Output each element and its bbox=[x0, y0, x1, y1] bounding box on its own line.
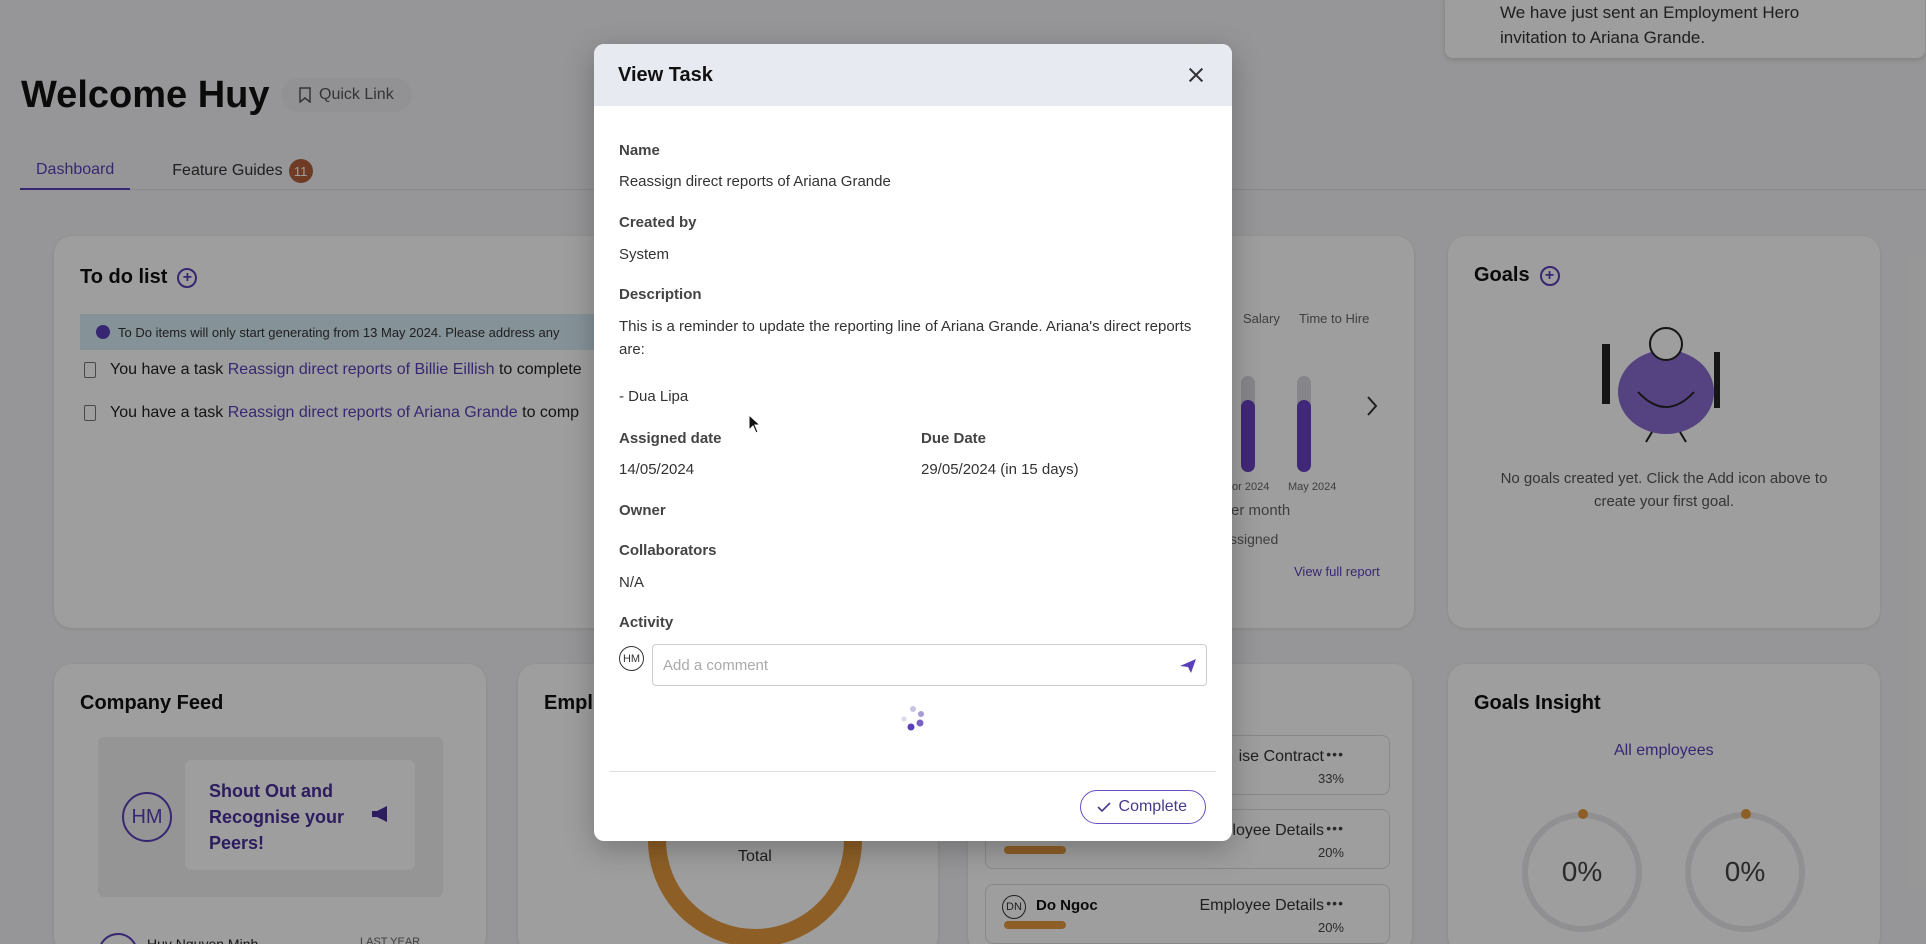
assigned-date-value: 14/05/2024 bbox=[619, 461, 695, 478]
collaborators-value: N/A bbox=[619, 574, 645, 591]
complete-button-label: Complete bbox=[1118, 798, 1187, 815]
modal-title: View Task bbox=[618, 63, 713, 86]
task-name: Reassign direct reports of Ariana Grande bbox=[619, 173, 891, 190]
check-icon bbox=[1096, 802, 1111, 812]
owner-label: Owner bbox=[619, 502, 666, 519]
activity-label: Activity bbox=[619, 614, 674, 631]
comment-input[interactable] bbox=[652, 644, 1207, 686]
mouse-cursor-icon bbox=[748, 414, 762, 434]
close-icon[interactable] bbox=[1184, 63, 1208, 87]
description-label: Description bbox=[619, 286, 702, 303]
assigned-date-label: Assigned date bbox=[619, 430, 722, 447]
comment-box bbox=[652, 644, 1207, 686]
send-icon[interactable] bbox=[1179, 658, 1197, 674]
description-list-item: - Dua Lipa bbox=[619, 388, 689, 405]
avatar: HM bbox=[619, 646, 644, 671]
created-by-label: Created by bbox=[619, 214, 697, 231]
complete-button[interactable]: Complete bbox=[1079, 790, 1206, 824]
name-label: Name bbox=[619, 142, 660, 159]
due-date-value: 29/05/2024 (in 15 days) bbox=[921, 461, 1079, 478]
due-date-label: Due Date bbox=[921, 430, 987, 447]
view-task-modal: View Task Name Reassign direct reports o… bbox=[594, 44, 1232, 841]
modal-header: View Task bbox=[594, 44, 1232, 106]
collaborators-label: Collaborators bbox=[619, 542, 717, 559]
modal-footer-divider bbox=[610, 771, 1216, 772]
comment-row: HM bbox=[619, 644, 1207, 686]
description-text: This is a reminder to update the reporti… bbox=[619, 318, 1192, 358]
created-by-value: System bbox=[619, 246, 670, 263]
loading-spinner-icon bbox=[901, 706, 924, 731]
